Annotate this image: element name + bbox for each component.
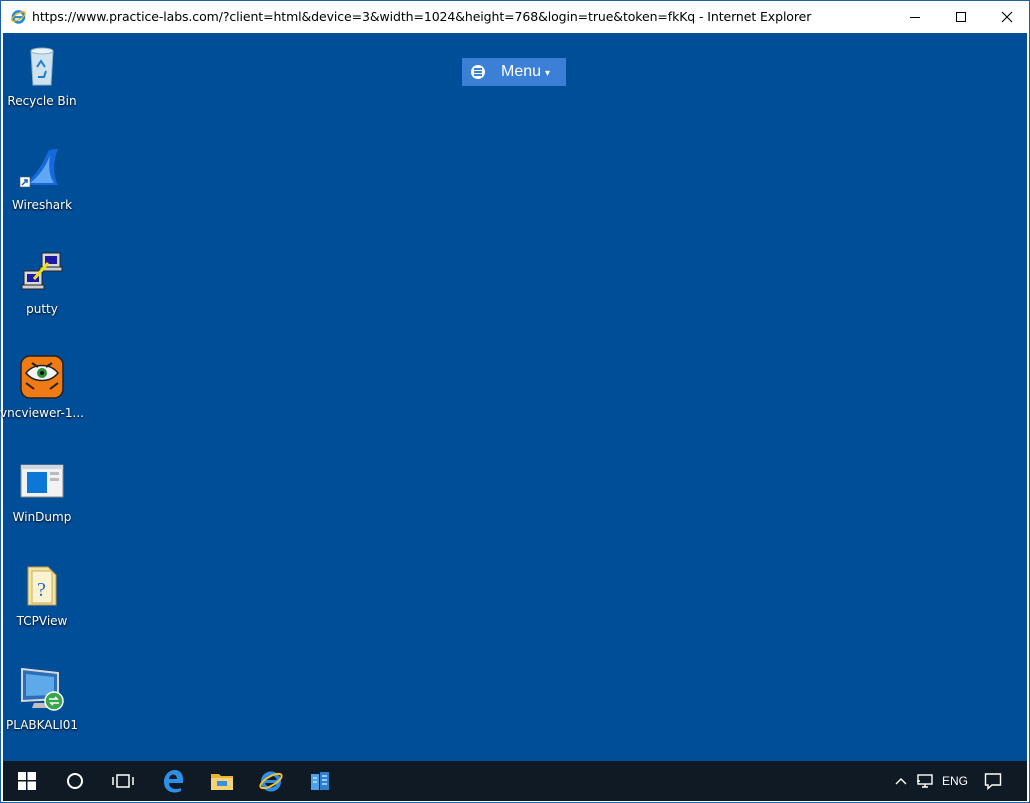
close-button[interactable] <box>984 1 1030 32</box>
browser-window: https://www.practice-labs.com/?client=ht… <box>0 0 1030 803</box>
start-button[interactable] <box>3 761 51 801</box>
desktop-icon-label: vncviewer-1... <box>0 406 84 420</box>
remote-desktop[interactable]: Menu ▾ Recycle Bin Wireshark putty vncvi… <box>0 33 1027 761</box>
maximize-icon <box>956 11 966 22</box>
action-center-button[interactable] <box>978 761 1008 801</box>
close-icon <box>1001 11 1013 22</box>
menu-label: Menu <box>501 63 542 80</box>
minimize-button[interactable] <box>892 1 938 32</box>
taskbar-internet-explorer[interactable] <box>247 761 295 801</box>
language-label: ENG <box>941 774 968 788</box>
putty-icon <box>21 252 63 290</box>
window-title: https://www.practice-labs.com/?client=ht… <box>32 9 812 24</box>
search-button[interactable] <box>51 761 99 801</box>
edge-icon <box>164 770 183 793</box>
network-button[interactable] <box>913 761 937 801</box>
remote-desktop-icon <box>21 667 64 711</box>
taskbar-edge[interactable] <box>149 761 197 801</box>
desktop-icon-plabkali01[interactable]: PLABKALI01 <box>3 659 81 743</box>
desktop-icon-label: Wireshark <box>11 198 73 212</box>
desktop-icon-vncviewer[interactable]: vncviewer-1... <box>0 347 84 431</box>
minimize-icon <box>910 16 920 18</box>
start-icon <box>18 772 36 790</box>
server-manager-icon <box>311 772 329 790</box>
tcpview-icon: ? <box>27 566 57 606</box>
show-hidden-icons-button[interactable] <box>891 761 911 801</box>
desktop-icon-label: WinDump <box>12 510 72 524</box>
caret-down-icon: ▾ <box>545 68 551 79</box>
windump-icon <box>20 464 64 498</box>
svg-text:?: ? <box>37 579 46 601</box>
notification-icon <box>984 773 1002 790</box>
recycle-bin-icon <box>30 47 54 86</box>
vncviewer-icon <box>20 355 64 399</box>
menu-button[interactable]: Menu ▾ <box>462 58 566 86</box>
search-circle-icon <box>67 773 83 789</box>
maximize-button[interactable] <box>938 1 984 32</box>
wireshark-icon <box>19 149 58 188</box>
desktop-icon-wireshark[interactable]: Wireshark <box>3 139 81 223</box>
network-icon <box>917 774 933 788</box>
internet-explorer-icon <box>259 771 283 792</box>
desktop-icon-recycle-bin[interactable]: Recycle Bin <box>3 35 81 119</box>
desktop-icon-tcpview[interactable]: ? TCPView <box>3 555 81 639</box>
desktop-icon-label: putty <box>26 302 58 316</box>
desktop-icon-label: Recycle Bin <box>7 94 77 108</box>
language-indicator[interactable]: ENG <box>939 761 971 801</box>
task-view-icon <box>112 774 134 788</box>
desktop-icon-windump[interactable]: WinDump <box>3 451 81 535</box>
menu-list-icon <box>471 65 485 79</box>
desktop-icon-putty[interactable]: putty <box>3 243 81 327</box>
taskbar-file-explorer[interactable] <box>198 761 246 801</box>
chevron-up-icon <box>895 778 907 785</box>
taskbar-server-manager[interactable] <box>296 761 344 801</box>
desktop-icon-label: PLABKALI01 <box>6 718 78 732</box>
task-view-button[interactable] <box>99 761 147 801</box>
title-bar[interactable]: https://www.practice-labs.com/?client=ht… <box>1 1 1029 32</box>
file-explorer-icon <box>211 774 233 790</box>
taskbar: ENG <box>3 761 1027 801</box>
internet-explorer-icon <box>11 10 26 24</box>
desktop-icon-label: TCPView <box>16 614 68 628</box>
